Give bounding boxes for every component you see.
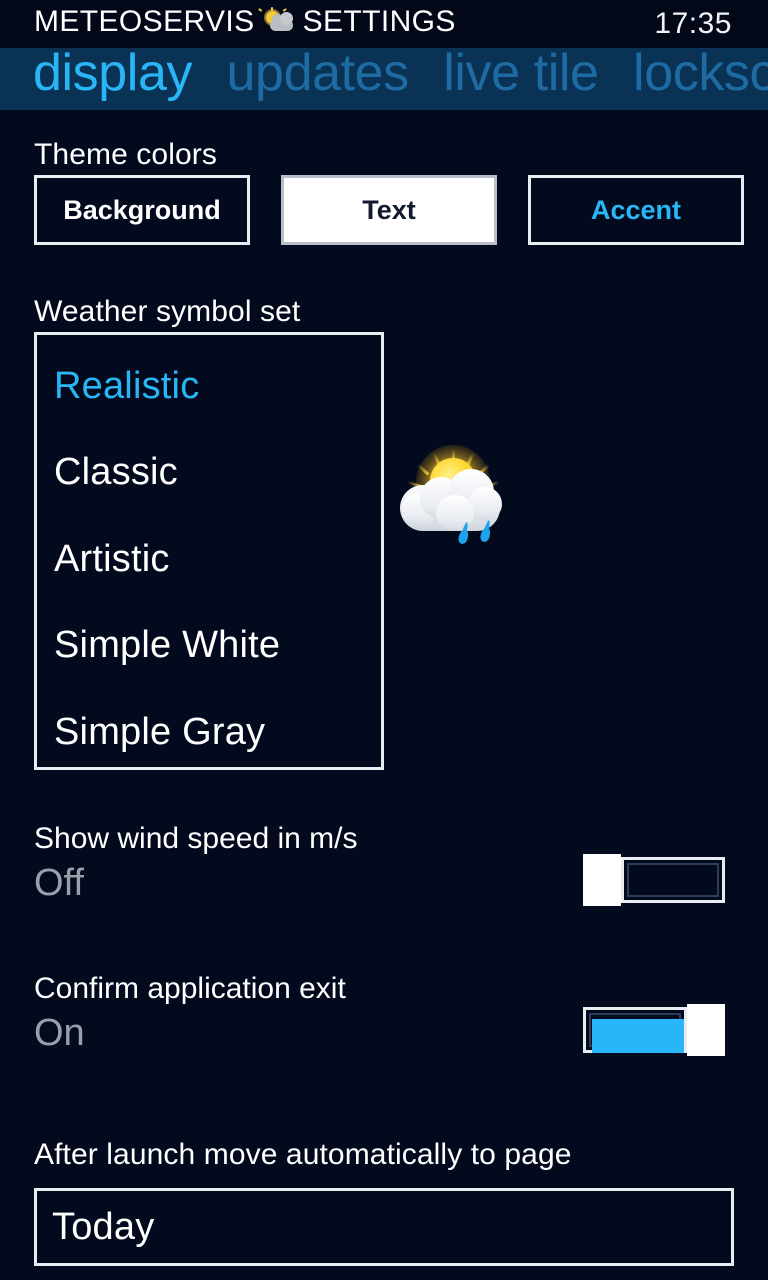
text-color-button[interactable]: Text	[281, 175, 497, 245]
wind-speed-toggle[interactable]	[583, 854, 725, 906]
confirm-exit-label: Confirm application exit	[34, 972, 346, 1005]
sun-behind-rain-cloud-icon	[398, 443, 506, 547]
tab-display[interactable]: display	[33, 48, 192, 104]
pivot-tab-strip[interactable]: display updates live tile locksc	[0, 48, 768, 110]
clock: 17:35	[654, 7, 732, 40]
tab-lockscreen[interactable]: locksc	[633, 48, 768, 104]
launch-page-label: After launch move automatically to page	[34, 1138, 572, 1171]
confirm-exit-toggle[interactable]	[583, 1004, 725, 1056]
app-title-suffix: SETTINGS	[302, 5, 456, 38]
launch-page-combobox[interactable]: Today	[34, 1188, 734, 1266]
weather-symbol-set-label: Weather symbol set	[34, 295, 301, 328]
sun-behind-cloud-icon	[257, 7, 294, 34]
launch-page-value: Today	[52, 1205, 155, 1248]
theme-colors-label: Theme colors	[34, 138, 217, 171]
status-bar: METEOSERVIS SETTINGS 17:35	[0, 0, 768, 48]
theme-colors-buttons: Background Text Accent	[34, 175, 744, 245]
list-item-realistic[interactable]: Realistic	[54, 365, 199, 408]
list-item-artistic[interactable]: Artistic	[54, 538, 170, 581]
tab-live-tile[interactable]: live tile	[443, 48, 599, 104]
confirm-exit-state: On	[34, 1012, 85, 1054]
tab-updates[interactable]: updates	[227, 48, 410, 104]
phone-screen: METEOSERVIS SETTINGS 17:35 display updat…	[0, 0, 768, 1280]
wind-speed-label: Show wind speed in m/s	[34, 822, 358, 855]
list-item-simple-white[interactable]: Simple White	[54, 624, 280, 667]
list-item-simple-gray[interactable]: Simple Gray	[54, 711, 265, 754]
list-item-classic[interactable]: Classic	[54, 451, 178, 494]
wind-speed-state: Off	[34, 862, 84, 904]
app-title-prefix: METEOSERVIS	[34, 5, 255, 38]
background-color-button[interactable]: Background	[34, 175, 250, 245]
accent-color-button[interactable]: Accent	[528, 175, 744, 245]
settings-content: Theme colors Background Text Accent Weat…	[0, 110, 768, 1280]
weather-symbol-set-list[interactable]: Realistic Classic Artistic Simple White …	[34, 332, 384, 770]
app-title: METEOSERVIS SETTINGS	[34, 7, 456, 37]
